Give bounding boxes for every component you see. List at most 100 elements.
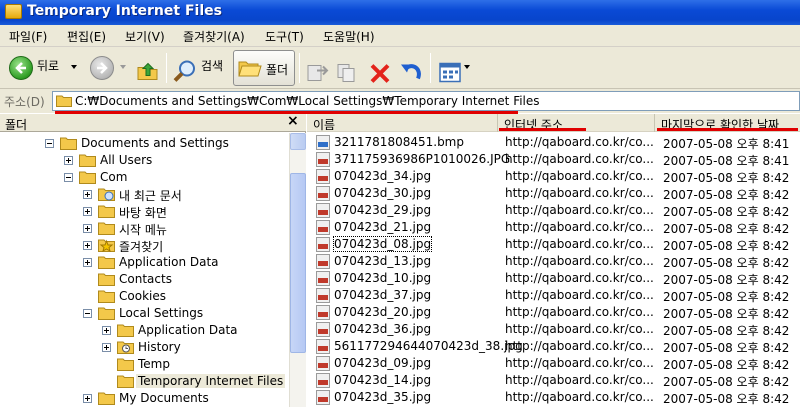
search-icon[interactable] — [172, 55, 198, 88]
file-internet-address: http://qaboard.co.kr/co... — [505, 254, 654, 268]
collapse-minus-icon[interactable] — [64, 173, 73, 182]
title-bar[interactable]: Temporary Internet Files — [0, 0, 800, 25]
file-row[interactable]: 070423d_13.jpg http://qaboard.co.kr/co...… — [307, 253, 800, 270]
toolbar: 뒤로 검색 폴더 — [0, 47, 800, 89]
file-name: 070423d_35.jpg — [334, 390, 432, 404]
file-name: 371175936986P1010026.JPG — [334, 152, 511, 166]
tree-item[interactable]: Documents and Settings — [0, 135, 288, 152]
file-row[interactable]: 070423d_08.jpg http://qaboard.co.kr/co...… — [307, 236, 800, 253]
tree-item[interactable]: Cookies — [0, 288, 288, 305]
scroll-up-arrow-icon[interactable] — [290, 133, 306, 150]
menu-favorites[interactable]: 즐겨찾기(A) — [183, 28, 245, 45]
collapse-minus-icon[interactable] — [45, 139, 54, 148]
copy-to-icon[interactable] — [335, 56, 359, 89]
close-icon[interactable]: × — [287, 113, 299, 129]
file-row[interactable]: 070423d_10.jpg http://qaboard.co.kr/co...… — [307, 270, 800, 287]
file-name: 070423d_10.jpg — [334, 271, 432, 285]
file-internet-address: http://qaboard.co.kr/co... — [505, 322, 654, 336]
scrollbar-thumb[interactable] — [290, 173, 306, 353]
jpg-file-icon — [316, 322, 330, 337]
tree-item-label: 시작 메뉴 — [119, 223, 167, 237]
views-icon[interactable] — [438, 56, 462, 89]
expand-plus-icon[interactable] — [83, 190, 92, 199]
file-row[interactable]: 070423d_29.jpg http://qaboard.co.kr/co...… — [307, 202, 800, 219]
delete-icon[interactable] — [369, 57, 391, 90]
collapse-minus-icon[interactable] — [83, 309, 92, 318]
file-row[interactable]: 070423d_37.jpg http://qaboard.co.kr/co...… — [307, 287, 800, 304]
file-row[interactable]: 070423d_14.jpg http://qaboard.co.kr/co...… — [307, 372, 800, 389]
move-to-icon[interactable] — [305, 56, 329, 89]
tree-item[interactable]: My Documents — [0, 390, 288, 407]
tree-item[interactable]: 즐겨찾기 — [0, 237, 288, 254]
file-row[interactable]: 070423d_21.jpg http://qaboard.co.kr/co...… — [307, 219, 800, 236]
tree-item[interactable]: Application Data — [0, 322, 288, 339]
file-internet-address: http://qaboard.co.kr/co... — [505, 288, 654, 302]
menu-tools[interactable]: 도구(T) — [265, 28, 304, 45]
search-button-label[interactable]: 검색 — [201, 57, 223, 74]
menu-edit[interactable]: 편집(E) — [67, 28, 106, 45]
forward-arrow-icon[interactable] — [90, 56, 114, 80]
expand-plus-icon[interactable] — [102, 326, 111, 335]
tree-item[interactable]: Com — [0, 169, 288, 186]
file-internet-address: http://qaboard.co.kr/co... — [505, 203, 654, 217]
expand-plus-icon[interactable] — [83, 241, 92, 250]
file-internet-address: http://qaboard.co.kr/co... — [505, 237, 654, 251]
file-row[interactable]: 070423d_35.jpg http://qaboard.co.kr/co...… — [307, 389, 800, 406]
tree-item[interactable]: 내 최근 문서 — [0, 186, 288, 203]
favorites-star-icon — [98, 239, 115, 252]
expand-plus-icon[interactable] — [102, 343, 111, 352]
expand-plus-icon[interactable] — [83, 258, 92, 267]
annotation-underline-internet-address — [499, 128, 586, 131]
file-internet-address: http://qaboard.co.kr/co... — [505, 373, 654, 387]
tree-item[interactable]: History — [0, 339, 288, 356]
tree-item[interactable]: Application Data — [0, 254, 288, 271]
back-button-label[interactable]: 뒤로 — [37, 57, 59, 74]
file-row[interactable]: 371175936986P1010026.JPG http://qaboard.c… — [307, 151, 800, 168]
jpg-file-icon — [316, 356, 330, 371]
views-dropdown-icon[interactable] — [464, 65, 470, 69]
tree-item[interactable]: Temporary Internet Files — [0, 373, 288, 390]
file-name: 070423d_36.jpg — [334, 322, 432, 336]
expand-plus-icon[interactable] — [83, 394, 92, 403]
file-row[interactable]: 070423d_30.jpg http://qaboard.co.kr/co...… — [307, 185, 800, 202]
back-arrow-icon[interactable] — [9, 56, 33, 80]
folder-pane-scrollbar[interactable] — [289, 133, 306, 407]
tree-item[interactable]: Temp — [0, 356, 288, 373]
file-row[interactable]: 561177294644070423d_38.jpg http://qaboard… — [307, 338, 800, 355]
undo-icon[interactable] — [398, 56, 424, 89]
menu-help[interactable]: 도움말(H) — [323, 28, 375, 45]
file-row[interactable]: 3211781808451.bmp http://qaboard.co.kr/co… — [307, 134, 800, 151]
column-name[interactable]: 이름 — [307, 114, 498, 132]
tree-item-label: Contacts — [119, 272, 172, 286]
tree-item-label: History — [138, 340, 181, 354]
tree-item[interactable]: 시작 메뉴 — [0, 220, 288, 237]
tree-item-label: 내 최근 문서 — [119, 189, 182, 203]
file-row[interactable]: 070423d_34.jpg http://qaboard.co.kr/co...… — [307, 168, 800, 185]
file-row[interactable]: 070423d_20.jpg http://qaboard.co.kr/co...… — [307, 304, 800, 321]
address-input[interactable]: C:₩Documents and Settings₩Com₩Local Sett… — [52, 91, 800, 111]
folders-button-label: 폴더 — [266, 63, 289, 77]
folders-button[interactable]: 폴더 — [233, 50, 295, 86]
back-dropdown-icon[interactable] — [71, 65, 77, 69]
menu-file[interactable]: 파일(F) — [9, 28, 47, 45]
tree-item[interactable]: Contacts — [0, 271, 288, 288]
file-list: 이름 인터넷 주소 마지막으로 확인한 날짜 3211781808451.bmp… — [307, 114, 800, 407]
expand-plus-icon[interactable] — [83, 224, 92, 233]
forward-dropdown-icon[interactable] — [120, 65, 126, 69]
expand-plus-icon[interactable] — [83, 207, 92, 216]
jpg-file-icon — [316, 254, 330, 269]
tree-item[interactable]: 바탕 화면 — [0, 203, 288, 220]
file-name: 070423d_29.jpg — [334, 203, 432, 217]
file-row[interactable]: 070423d_09.jpg http://qaboard.co.kr/co...… — [307, 355, 800, 372]
tree-item[interactable]: Local Settings — [0, 305, 288, 322]
up-folder-icon[interactable] — [136, 55, 160, 88]
folder-icon — [60, 137, 77, 150]
file-last-checked: 2007-05-08 오후 8:42 — [663, 290, 790, 304]
tree-item[interactable]: All Users — [0, 152, 288, 169]
menu-view[interactable]: 보기(V) — [125, 28, 165, 45]
tree-item-label: My Documents — [119, 391, 209, 405]
file-last-checked: 2007-05-08 오후 8:42 — [663, 239, 790, 253]
folder-icon — [98, 256, 115, 269]
file-row[interactable]: 070423d_36.jpg http://qaboard.co.kr/co...… — [307, 321, 800, 338]
expand-plus-icon[interactable] — [64, 156, 73, 165]
